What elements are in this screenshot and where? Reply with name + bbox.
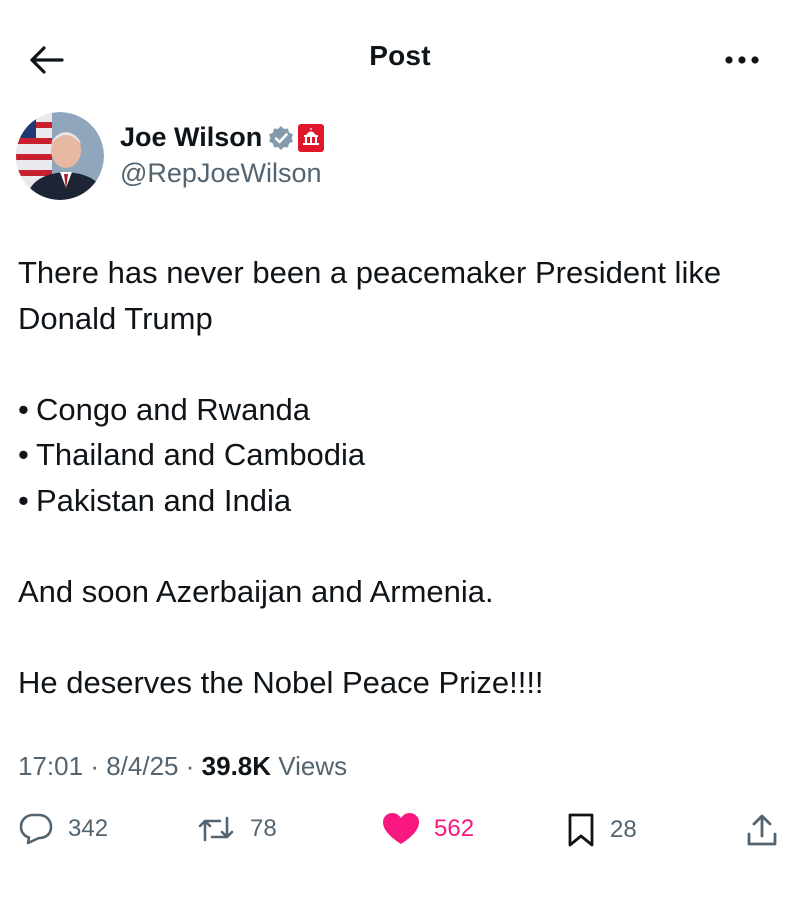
repost-button[interactable]: 78 [196,812,277,846]
like-count: 562 [434,815,475,842]
action-bar: 342 78 562 28 [0,806,800,862]
list-item: • Pakistan and India [18,478,788,524]
like-button[interactable]: 562 [382,812,474,846]
author-name[interactable]: Joe Wilson [120,122,262,153]
bookmark-icon [568,813,594,847]
post-paragraph: There has never been a peacemaker Presid… [18,255,722,336]
share-button[interactable] [746,812,778,848]
heart-filled-icon [383,813,419,844]
post-author: Joe Wilson @RepJoeWilson [16,112,776,202]
reply-button[interactable]: 342 [18,812,108,846]
more-horizontal-icon [725,56,759,64]
more-options-button[interactable] [718,42,766,78]
reply-count: 342 [68,815,109,842]
verified-badge-icon [268,125,294,151]
bullet: • [18,391,29,427]
views-label: Views [278,751,348,781]
share-icon [747,814,777,846]
post-date[interactable]: 8/4/25 [106,751,178,781]
list-item-text: Pakistan and India [36,482,292,518]
avatar[interactable] [16,112,104,200]
list-item-text: Congo and Rwanda [36,391,311,427]
list-item: • Congo and Rwanda [18,387,788,433]
meta-separator: · [90,751,99,781]
capitol-badge-icon[interactable] [298,123,325,152]
list-item-text: Thailand and Cambodia [36,437,366,472]
repost-icon [198,816,234,842]
meta-separator: · [185,751,195,781]
repost-count: 78 [250,815,277,842]
bullet: • [18,482,29,518]
profile-photo [16,112,104,200]
author-handle[interactable]: @RepJoeWilson [120,158,322,189]
views-count[interactable]: 39.8K [202,751,271,781]
post-time[interactable]: 17:01 [18,751,83,781]
post-paragraph: And soon Azerbaijan and Armenia. [18,573,494,609]
post-paragraph: He deserves the Nobel Peace Prize!!!! [18,664,544,700]
bullet: • [18,437,29,472]
post-metadata: 17:01 · 8/4/25 · 39.8K Views [18,751,347,782]
bookmark-button[interactable]: 28 [566,812,637,848]
list-item: • Thailand and Cambodia [18,432,788,478]
page-title: Post [369,40,431,71]
reply-icon [19,813,53,845]
top-bar: Post [0,0,800,110]
post-text: There has never been a peacemaker Presid… [18,250,788,705]
bookmark-count: 28 [610,816,637,843]
